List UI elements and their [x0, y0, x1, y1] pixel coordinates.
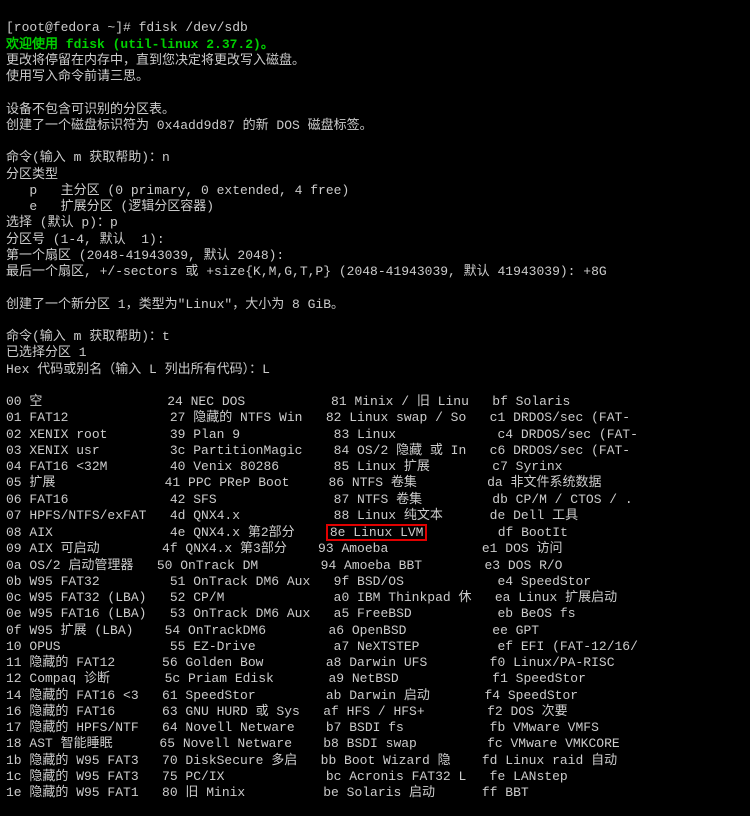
partition-type-p: p 主分区 (0 primary, 0 extended, 4 free) [6, 183, 349, 198]
partition-type-header: 分区类型 [6, 167, 58, 182]
device-line-1: 设备不包含可识别的分区表。 [6, 102, 175, 117]
code-table-row: 03 XENIX usr 3c PartitionMagic 84 OS/2 隐… [6, 443, 630, 458]
code-table-row: 11 隐藏的 FAT12 56 Golden Bow a8 Darwin UFS… [6, 655, 615, 670]
shell-prompt: [root@fedora ~]# fdisk /dev/sdb [6, 20, 248, 35]
code-table-row: 0b W95 FAT32 51 OnTrack DM6 Aux 9f BSD/O… [6, 574, 591, 589]
code-table-row: 09 AIX 可启动 4f QNX4.x 第3部分 93 Amoeba e1 D… [6, 541, 562, 556]
code-table-row: 1c 隐藏的 W95 FAT3 75 PC/IX bc Acronis FAT3… [6, 769, 568, 784]
code-table-row: 06 FAT16 42 SFS 87 NTFS 卷集 db CP/M / CTO… [6, 492, 633, 507]
welcome-line: 欢迎使用 fdisk (util-linux 2.37.2)。 [6, 37, 274, 52]
code-table-row: 10 OPUS 55 EZ-Drive a7 NeXTSTEP ef EFI (… [6, 639, 638, 654]
command-line-t: 命令(输入 m 获取帮助)：t [6, 329, 170, 344]
command-line-n: 命令(输入 m 获取帮助)：n [6, 150, 170, 165]
code-table-row: 0a OS/2 启动管理器 50 OnTrack DM 94 Amoeba BB… [6, 558, 562, 573]
created-partition-line: 创建了一个新分区 1，类型为"Linux"，大小为 8 GiB。 [6, 297, 344, 312]
code-table-row: 05 扩展 41 PPC PReP Boot 86 NTFS 卷集 da 非文件… [6, 475, 601, 490]
code-table-row: 1e 隐藏的 W95 FAT1 80 旧 Minix be Solaris 启动… [6, 785, 529, 800]
selected-partition-line: 已选择分区 1 [6, 345, 87, 360]
code-table-row: 0f W95 扩展 (LBA) 54 OnTrackDM6 a6 OpenBSD… [6, 623, 539, 638]
code-table-row: 08 AIX 4e QNX4.x 第2部分 8e Linux LVM df Bo… [6, 525, 568, 540]
partition-type-e: e 扩展分区 (逻辑分区容器) [6, 199, 214, 214]
terminal-output: [root@fedora ~]# fdisk /dev/sdb 欢迎使用 fdi… [0, 0, 750, 816]
code-table-row: 0c W95 FAT32 (LBA) 52 CP/M a0 IBM Thinkp… [6, 590, 617, 605]
hex-code-line: Hex 代码或别名（输入 L 列出所有代码）：L [6, 362, 270, 377]
intro-line-2: 使用写入命令前请三思。 [6, 69, 149, 84]
code-table-row: 1b 隐藏的 W95 FAT3 70 DiskSecure 多启 bb Boot… [6, 753, 617, 768]
highlighted-partition-code: 8e Linux LVM [326, 524, 428, 541]
code-table-row: 01 FAT12 27 隐藏的 NTFS Win 82 Linux swap /… [6, 410, 630, 425]
partition-number-line: 分区号 (1-4, 默认 1): [6, 232, 165, 247]
code-table-row: 17 隐藏的 HPFS/NTF 64 Novell Netware b7 BSD… [6, 720, 599, 735]
intro-line-1: 更改将停留在内存中，直到您决定将更改写入磁盘。 [6, 53, 305, 68]
code-table-row: 07 HPFS/NTFS/exFAT 4d QNX4.x 88 Linux 纯文… [6, 508, 578, 523]
code-table-row: 04 FAT16 <32M 40 Venix 80286 85 Linux 扩展… [6, 459, 563, 474]
code-table-row: 02 XENIX root 39 Plan 9 83 Linux c4 DRDO… [6, 427, 638, 442]
code-table-row: 12 Compaq 诊断 5c Priam Edisk a9 NetBSD f1… [6, 671, 586, 686]
partition-code-table: 00 空 24 NEC DOS 81 Minix / 旧 Linu bf Sol… [6, 394, 744, 801]
last-sector-line: 最后一个扇区, +/-sectors 或 +size{K,M,G,T,P} (2… [6, 264, 607, 279]
code-table-row: 18 AST 智能睡眠 65 Novell Netware b8 BSDI sw… [6, 736, 620, 751]
first-sector-line: 第一个扇区 (2048-41943039, 默认 2048): [6, 248, 284, 263]
code-table-row: 00 空 24 NEC DOS 81 Minix / 旧 Linu bf Sol… [6, 394, 570, 409]
choose-line: 选择 (默认 p)：p [6, 215, 118, 230]
device-line-2: 创建了一个磁盘标识符为 0x4add9d87 的新 DOS 磁盘标签。 [6, 118, 373, 133]
code-table-row: 14 隐藏的 FAT16 <3 61 SpeedStor ab Darwin 启… [6, 688, 578, 703]
code-table-row: 0e W95 FAT16 (LBA) 53 OnTrack DM6 Aux a5… [6, 606, 576, 621]
code-table-row: 16 隐藏的 FAT16 63 GNU HURD 或 Sys af HFS / … [6, 704, 568, 719]
